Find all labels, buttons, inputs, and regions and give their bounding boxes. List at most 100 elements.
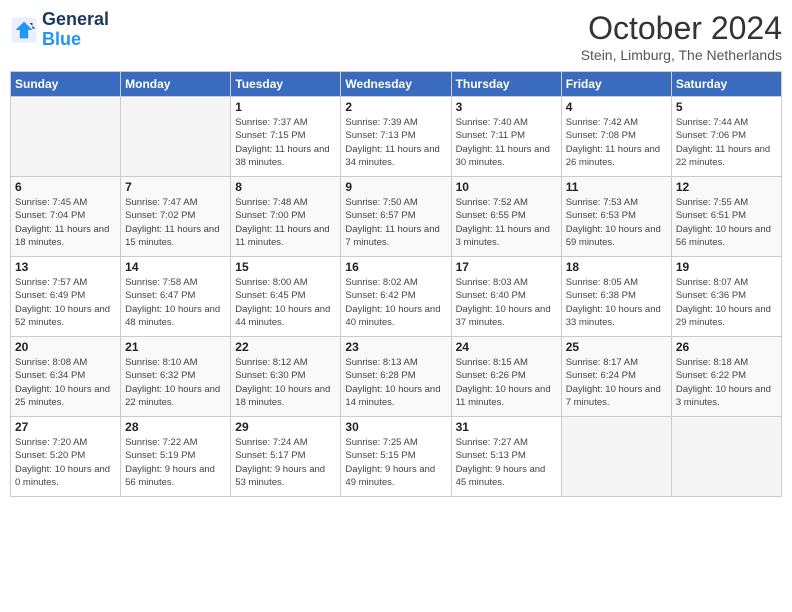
col-header-monday: Monday bbox=[121, 72, 231, 97]
day-detail: Sunrise: 8:15 AMSunset: 6:26 PMDaylight:… bbox=[456, 356, 557, 409]
calendar-week-5: 27 Sunrise: 7:20 AMSunset: 5:20 PMDayligh… bbox=[11, 417, 782, 497]
calendar-cell: 13 Sunrise: 7:57 AMSunset: 6:49 PMDayligh… bbox=[11, 257, 121, 337]
day-number: 4 bbox=[566, 100, 667, 114]
logo-line1: General bbox=[42, 10, 109, 30]
calendar-cell: 30 Sunrise: 7:25 AMSunset: 5:15 PMDayligh… bbox=[341, 417, 451, 497]
calendar-cell: 24 Sunrise: 8:15 AMSunset: 6:26 PMDayligh… bbox=[451, 337, 561, 417]
day-detail: Sunrise: 7:52 AMSunset: 6:55 PMDaylight:… bbox=[456, 196, 557, 249]
day-detail: Sunrise: 7:44 AMSunset: 7:06 PMDaylight:… bbox=[676, 116, 777, 169]
day-number: 6 bbox=[15, 180, 116, 194]
calendar-cell: 2Sunrise: 7:39 AMSunset: 7:13 PMDaylight… bbox=[341, 97, 451, 177]
day-number: 31 bbox=[456, 420, 557, 434]
day-detail: Sunrise: 7:55 AMSunset: 6:51 PMDaylight:… bbox=[676, 196, 777, 249]
day-detail: Sunrise: 7:22 AMSunset: 5:19 PMDaylight:… bbox=[125, 436, 226, 489]
day-detail: Sunrise: 8:00 AMSunset: 6:45 PMDaylight:… bbox=[235, 276, 336, 329]
day-detail: Sunrise: 8:13 AMSunset: 6:28 PMDaylight:… bbox=[345, 356, 446, 409]
logo: General Blue bbox=[10, 10, 109, 50]
day-detail: Sunrise: 7:48 AMSunset: 7:00 PMDaylight:… bbox=[235, 196, 336, 249]
day-number: 23 bbox=[345, 340, 446, 354]
calendar-cell: 6 Sunrise: 7:45 AMSunset: 7:04 PMDaylight… bbox=[11, 177, 121, 257]
day-number: 21 bbox=[125, 340, 226, 354]
page-header: General Blue October 2024 Stein, Limburg… bbox=[10, 10, 782, 63]
calendar-week-1: 1Sunrise: 7:37 AMSunset: 7:15 PMDaylight… bbox=[11, 97, 782, 177]
day-number: 10 bbox=[456, 180, 557, 194]
day-detail: Sunrise: 7:53 AMSunset: 6:53 PMDaylight:… bbox=[566, 196, 667, 249]
calendar-table: SundayMondayTuesdayWednesdayThursdayFrid… bbox=[10, 71, 782, 497]
logo-line2: Blue bbox=[42, 30, 109, 50]
day-number: 14 bbox=[125, 260, 226, 274]
day-number: 8 bbox=[235, 180, 336, 194]
calendar-cell bbox=[121, 97, 231, 177]
day-detail: Sunrise: 7:27 AMSunset: 5:13 PMDaylight:… bbox=[456, 436, 557, 489]
day-detail: Sunrise: 7:47 AMSunset: 7:02 PMDaylight:… bbox=[125, 196, 226, 249]
day-detail: Sunrise: 7:57 AMSunset: 6:49 PMDaylight:… bbox=[15, 276, 116, 329]
calendar-cell: 11 Sunrise: 7:53 AMSunset: 6:53 PMDayligh… bbox=[561, 177, 671, 257]
day-number: 11 bbox=[566, 180, 667, 194]
calendar-header-row: SundayMondayTuesdayWednesdayThursdayFrid… bbox=[11, 72, 782, 97]
day-detail: Sunrise: 8:12 AMSunset: 6:30 PMDaylight:… bbox=[235, 356, 336, 409]
col-header-wednesday: Wednesday bbox=[341, 72, 451, 97]
calendar-week-3: 13 Sunrise: 7:57 AMSunset: 6:49 PMDayligh… bbox=[11, 257, 782, 337]
day-detail: Sunrise: 7:20 AMSunset: 5:20 PMDaylight:… bbox=[15, 436, 116, 489]
day-detail: Sunrise: 8:17 AMSunset: 6:24 PMDaylight:… bbox=[566, 356, 667, 409]
day-detail: Sunrise: 7:50 AMSunset: 6:57 PMDaylight:… bbox=[345, 196, 446, 249]
day-number: 2 bbox=[345, 100, 446, 114]
calendar-cell: 29 Sunrise: 7:24 AMSunset: 5:17 PMDayligh… bbox=[231, 417, 341, 497]
day-number: 18 bbox=[566, 260, 667, 274]
calendar-cell bbox=[671, 417, 781, 497]
day-number: 15 bbox=[235, 260, 336, 274]
col-header-friday: Friday bbox=[561, 72, 671, 97]
calendar-cell: 5Sunrise: 7:44 AMSunset: 7:06 PMDaylight… bbox=[671, 97, 781, 177]
calendar-cell: 9 Sunrise: 7:50 AMSunset: 6:57 PMDaylight… bbox=[341, 177, 451, 257]
calendar-cell bbox=[561, 417, 671, 497]
day-detail: Sunrise: 8:05 AMSunset: 6:38 PMDaylight:… bbox=[566, 276, 667, 329]
day-number: 13 bbox=[15, 260, 116, 274]
calendar-cell: 31 Sunrise: 7:27 AMSunset: 5:13 PMDayligh… bbox=[451, 417, 561, 497]
calendar-cell: 12 Sunrise: 7:55 AMSunset: 6:51 PMDayligh… bbox=[671, 177, 781, 257]
calendar-cell: 21Sunrise: 8:10 AMSunset: 6:32 PMDayligh… bbox=[121, 337, 231, 417]
calendar-cell: 17 Sunrise: 8:03 AMSunset: 6:40 PMDayligh… bbox=[451, 257, 561, 337]
day-number: 17 bbox=[456, 260, 557, 274]
day-detail: Sunrise: 7:45 AMSunset: 7:04 PMDaylight:… bbox=[15, 196, 116, 249]
day-number: 22 bbox=[235, 340, 336, 354]
day-number: 26 bbox=[676, 340, 777, 354]
day-detail: Sunrise: 7:58 AMSunset: 6:47 PMDaylight:… bbox=[125, 276, 226, 329]
day-detail: Sunrise: 7:25 AMSunset: 5:15 PMDaylight:… bbox=[345, 436, 446, 489]
calendar-cell: 14 Sunrise: 7:58 AMSunset: 6:47 PMDayligh… bbox=[121, 257, 231, 337]
day-detail: Sunrise: 8:02 AMSunset: 6:42 PMDaylight:… bbox=[345, 276, 446, 329]
day-number: 12 bbox=[676, 180, 777, 194]
day-detail: Sunrise: 8:07 AMSunset: 6:36 PMDaylight:… bbox=[676, 276, 777, 329]
calendar-cell: 1Sunrise: 7:37 AMSunset: 7:15 PMDaylight… bbox=[231, 97, 341, 177]
calendar-cell: 26 Sunrise: 8:18 AMSunset: 6:22 PMDayligh… bbox=[671, 337, 781, 417]
calendar-cell: 19 Sunrise: 8:07 AMSunset: 6:36 PMDayligh… bbox=[671, 257, 781, 337]
day-detail: Sunrise: 7:42 AMSunset: 7:08 PMDaylight:… bbox=[566, 116, 667, 169]
col-header-sunday: Sunday bbox=[11, 72, 121, 97]
month-title: October 2024 bbox=[581, 10, 782, 47]
day-number: 30 bbox=[345, 420, 446, 434]
col-header-saturday: Saturday bbox=[671, 72, 781, 97]
calendar-cell: 3Sunrise: 7:40 AMSunset: 7:11 PMDaylight… bbox=[451, 97, 561, 177]
day-number: 20 bbox=[15, 340, 116, 354]
day-number: 24 bbox=[456, 340, 557, 354]
calendar-cell: 16 Sunrise: 8:02 AMSunset: 6:42 PMDayligh… bbox=[341, 257, 451, 337]
calendar-cell: 27 Sunrise: 7:20 AMSunset: 5:20 PMDayligh… bbox=[11, 417, 121, 497]
calendar-cell: 20 Sunrise: 8:08 AMSunset: 6:34 PMDayligh… bbox=[11, 337, 121, 417]
location-subtitle: Stein, Limburg, The Netherlands bbox=[581, 47, 782, 63]
day-number: 3 bbox=[456, 100, 557, 114]
day-detail: Sunrise: 8:18 AMSunset: 6:22 PMDaylight:… bbox=[676, 356, 777, 409]
calendar-week-4: 20 Sunrise: 8:08 AMSunset: 6:34 PMDayligh… bbox=[11, 337, 782, 417]
day-detail: Sunrise: 8:08 AMSunset: 6:34 PMDaylight:… bbox=[15, 356, 116, 409]
day-number: 19 bbox=[676, 260, 777, 274]
col-header-thursday: Thursday bbox=[451, 72, 561, 97]
day-number: 7 bbox=[125, 180, 226, 194]
day-number: 9 bbox=[345, 180, 446, 194]
day-detail: Sunrise: 7:24 AMSunset: 5:17 PMDaylight:… bbox=[235, 436, 336, 489]
calendar-cell: 15 Sunrise: 8:00 AMSunset: 6:45 PMDayligh… bbox=[231, 257, 341, 337]
day-number: 16 bbox=[345, 260, 446, 274]
calendar-cell: 25 Sunrise: 8:17 AMSunset: 6:24 PMDayligh… bbox=[561, 337, 671, 417]
calendar-week-2: 6 Sunrise: 7:45 AMSunset: 7:04 PMDaylight… bbox=[11, 177, 782, 257]
day-number: 25 bbox=[566, 340, 667, 354]
day-number: 29 bbox=[235, 420, 336, 434]
day-detail: Sunrise: 8:03 AMSunset: 6:40 PMDaylight:… bbox=[456, 276, 557, 329]
day-number: 27 bbox=[15, 420, 116, 434]
